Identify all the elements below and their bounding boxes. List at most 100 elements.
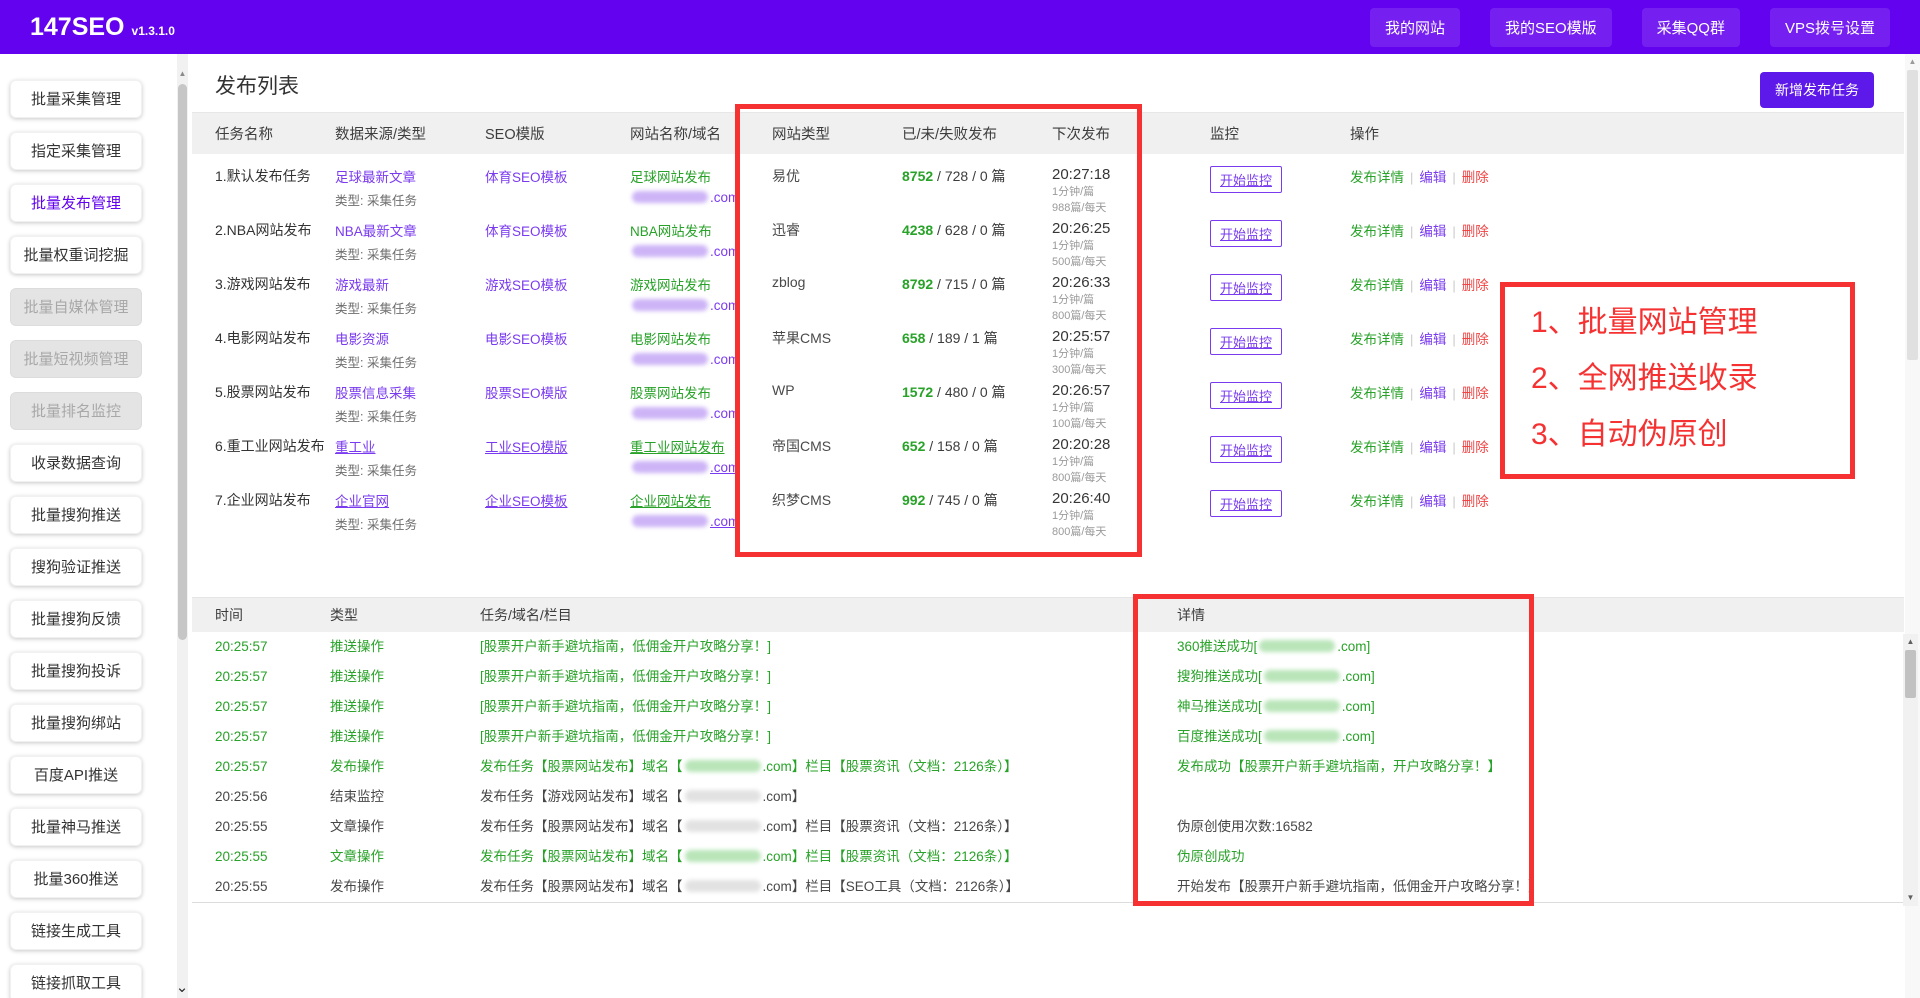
log-task: [股票开户新手避坑指南，低佣金开户攻略分享！]	[480, 722, 1177, 752]
sidebar-scrollbar-thumb[interactable]	[178, 84, 187, 640]
seo-template-link[interactable]: 电影SEO模板	[485, 332, 568, 347]
content-scrollbar-thumb[interactable]	[1907, 70, 1918, 360]
publish-col-header-5: 网站类型	[772, 123, 902, 144]
chevron-down-icon[interactable]: ⌄	[171, 978, 193, 996]
scroll-up-icon[interactable]: ▲	[1905, 57, 1920, 66]
site-domain-link[interactable]: .com	[630, 244, 772, 259]
site-name-link[interactable]: NBA网站发布	[630, 220, 772, 240]
nav-item-3[interactable]: 采集QQ群	[1642, 8, 1740, 47]
seo-template-link[interactable]: 企业SEO模板	[485, 494, 568, 509]
seo-template-link[interactable]: 游戏SEO模板	[485, 278, 568, 293]
seo-template-link[interactable]: 工业SEO模版	[485, 440, 568, 455]
edit-link[interactable]: 编辑	[1419, 278, 1446, 293]
scroll-down-icon[interactable]: ▼	[1903, 891, 1918, 905]
delete-link[interactable]: 删除	[1462, 170, 1489, 185]
sidebar-item-1[interactable]: 批量采集管理	[10, 80, 142, 118]
edit-link[interactable]: 编辑	[1419, 386, 1446, 401]
source-link[interactable]: 重工业	[335, 436, 485, 456]
site-domain-link[interactable]: .com	[630, 514, 772, 529]
site-name-link[interactable]: 重工业网站发布	[630, 436, 772, 456]
delete-link[interactable]: 删除	[1462, 332, 1489, 347]
sidebar-item-4[interactable]: 批量权重词挖掘	[10, 236, 142, 274]
sidebar-item-9[interactable]: 批量搜狗推送	[10, 496, 142, 534]
publish-detail-link[interactable]: 发布详情	[1350, 386, 1404, 401]
sidebar-item-2[interactable]: 指定采集管理	[10, 132, 142, 170]
delete-link[interactable]: 删除	[1462, 440, 1489, 455]
site-name-link[interactable]: 游戏网站发布	[630, 274, 772, 294]
start-monitor-button[interactable]: 开始监控	[1210, 328, 1282, 355]
start-monitor-button[interactable]: 开始监控	[1210, 436, 1282, 463]
start-monitor-button[interactable]: 开始监控	[1210, 490, 1282, 517]
publish-detail-link[interactable]: 发布详情	[1350, 278, 1404, 293]
publish-detail-link[interactable]: 发布详情	[1350, 332, 1404, 347]
site-domain-link[interactable]: .com	[630, 190, 772, 205]
scroll-up-icon[interactable]: ▲	[1903, 635, 1918, 649]
edit-link[interactable]: 编辑	[1419, 170, 1446, 185]
nav-item-1[interactable]: 我的网站	[1370, 8, 1460, 47]
source-link[interactable]: 电影资源	[335, 328, 485, 348]
delete-link[interactable]: 删除	[1462, 494, 1489, 509]
log-time: 20:25:57	[215, 692, 330, 722]
sidebar-item-16[interactable]: 批量360推送	[10, 860, 142, 898]
sidebar-item-3[interactable]: 批量发布管理	[10, 184, 142, 222]
site-domain-link[interactable]: .com	[630, 406, 772, 421]
seo-template-link[interactable]: 体育SEO模板	[485, 224, 568, 239]
source-link[interactable]: 足球最新文章	[335, 166, 485, 186]
site-name-link[interactable]: 足球网站发布	[630, 166, 772, 186]
log-scrollbar[interactable]: ▲ ▼	[1903, 634, 1918, 906]
site-name-link[interactable]: 企业网站发布	[630, 490, 772, 510]
site-type: 迅睿	[772, 220, 902, 269]
site-name-link[interactable]: 电影网站发布	[630, 328, 772, 348]
publish-detail-link[interactable]: 发布详情	[1350, 440, 1404, 455]
sidebar-item-10[interactable]: 搜狗验证推送	[10, 548, 142, 586]
sidebar-scrollbar[interactable]: ▲ ⌄	[177, 54, 188, 998]
sidebar-item-8[interactable]: 收录数据查询	[10, 444, 142, 482]
sidebar-item-18[interactable]: 链接抓取工具	[10, 964, 142, 998]
site-domain-link[interactable]: .com	[630, 460, 772, 475]
start-monitor-button[interactable]: 开始监控	[1210, 274, 1282, 301]
delete-link[interactable]: 删除	[1462, 386, 1489, 401]
edit-link[interactable]: 编辑	[1419, 440, 1446, 455]
next-publish-time: 20:26:33	[1052, 274, 1210, 291]
sidebar-item-12[interactable]: 批量搜狗投诉	[10, 652, 142, 690]
publish-detail-link[interactable]: 发布详情	[1350, 224, 1404, 239]
sidebar-item-13[interactable]: 批量搜狗绑站	[10, 704, 142, 742]
seo-template-link[interactable]: 体育SEO模板	[485, 170, 568, 185]
publish-detail-link[interactable]: 发布详情	[1350, 170, 1404, 185]
action-separator: |	[1410, 278, 1413, 293]
log-type: 发布操作	[330, 872, 480, 902]
source-link[interactable]: 企业官网	[335, 490, 485, 510]
nav-item-2[interactable]: 我的SEO模版	[1490, 8, 1612, 47]
edit-link[interactable]: 编辑	[1419, 224, 1446, 239]
add-publish-task-button[interactable]: 新增发布任务	[1760, 72, 1874, 108]
delete-link[interactable]: 删除	[1462, 278, 1489, 293]
task-name: 7.企业网站发布	[215, 490, 335, 539]
site-domain-link[interactable]: .com	[630, 352, 772, 367]
site-domain-link[interactable]: .com	[630, 298, 772, 313]
edit-link[interactable]: 编辑	[1419, 494, 1446, 509]
sidebar-item-15[interactable]: 批量神马推送	[10, 808, 142, 846]
scroll-up-icon[interactable]: ▲	[177, 68, 188, 80]
start-monitor-button[interactable]: 开始监控	[1210, 166, 1282, 193]
task-name: 1.默认发布任务	[215, 166, 335, 215]
delete-link[interactable]: 删除	[1462, 224, 1489, 239]
action-separator: |	[1410, 494, 1413, 509]
sidebar-item-7: 批量排名监控	[10, 392, 142, 430]
start-monitor-button[interactable]: 开始监控	[1210, 382, 1282, 409]
nav-item-4[interactable]: VPS拨号设置	[1770, 8, 1890, 47]
source-link[interactable]: NBA最新文章	[335, 220, 485, 240]
source-link[interactable]: 股票信息采集	[335, 382, 485, 402]
sidebar-item-14[interactable]: 百度API推送	[10, 756, 142, 794]
sidebar-item-11[interactable]: 批量搜狗反馈	[10, 600, 142, 638]
site-name-link[interactable]: 股票网站发布	[630, 382, 772, 402]
edit-link[interactable]: 编辑	[1419, 332, 1446, 347]
log-scrollbar-thumb[interactable]	[1905, 650, 1916, 698]
start-monitor-button[interactable]: 开始监控	[1210, 220, 1282, 247]
source-link[interactable]: 游戏最新	[335, 274, 485, 294]
publish-row: 7.企业网站发布企业官网类型: 采集任务企业SEO模板企业网站发布.com织梦C…	[192, 478, 1904, 532]
seo-template-link[interactable]: 股票SEO模版	[485, 386, 568, 401]
publish-detail-link[interactable]: 发布详情	[1350, 494, 1404, 509]
sidebar-item-17[interactable]: 链接生成工具	[10, 912, 142, 950]
action-separator: |	[1410, 170, 1413, 185]
log-detail-text: 伪原创成功	[1177, 849, 1245, 864]
